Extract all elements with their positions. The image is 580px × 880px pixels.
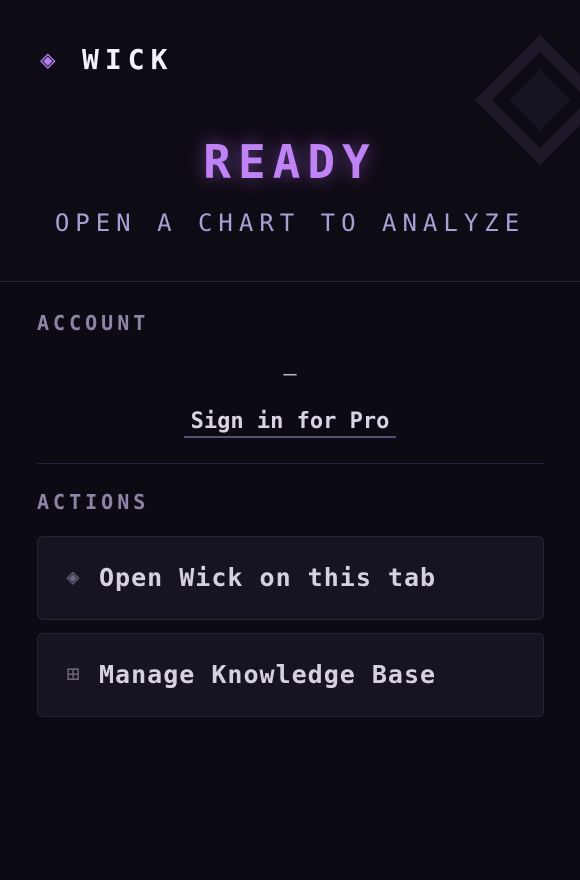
manage-knowledge-base-button[interactable]: ⊞ Manage Knowledge Base bbox=[37, 633, 544, 717]
diamond-icon: ◈ bbox=[40, 45, 56, 75]
status-subtitle: OPEN A CHART TO ANALYZE bbox=[54, 209, 526, 237]
brand: ◈ WICK bbox=[40, 42, 173, 78]
account-section-label: ACCOUNT bbox=[37, 311, 150, 335]
squared-plus-icon: ⊞ bbox=[66, 662, 80, 687]
manage-knowledge-base-label: Manage Knowledge Base bbox=[99, 660, 437, 689]
actions-section-label: ACTIONS bbox=[37, 490, 150, 514]
divider bbox=[37, 463, 544, 464]
open-wick-button[interactable]: ◈ Open Wick on this tab bbox=[37, 536, 544, 620]
open-wick-label: Open Wick on this tab bbox=[99, 563, 437, 592]
account-value: — bbox=[283, 362, 297, 387]
sign-in-link[interactable]: Sign in for Pro bbox=[184, 408, 396, 438]
header: ◈ WICK READY OPEN A CHART TO ANALYZE bbox=[0, 0, 580, 282]
diamond-icon: ◈ bbox=[66, 565, 80, 590]
status-title: READY bbox=[203, 135, 377, 189]
brand-name: WICK bbox=[82, 43, 174, 76]
